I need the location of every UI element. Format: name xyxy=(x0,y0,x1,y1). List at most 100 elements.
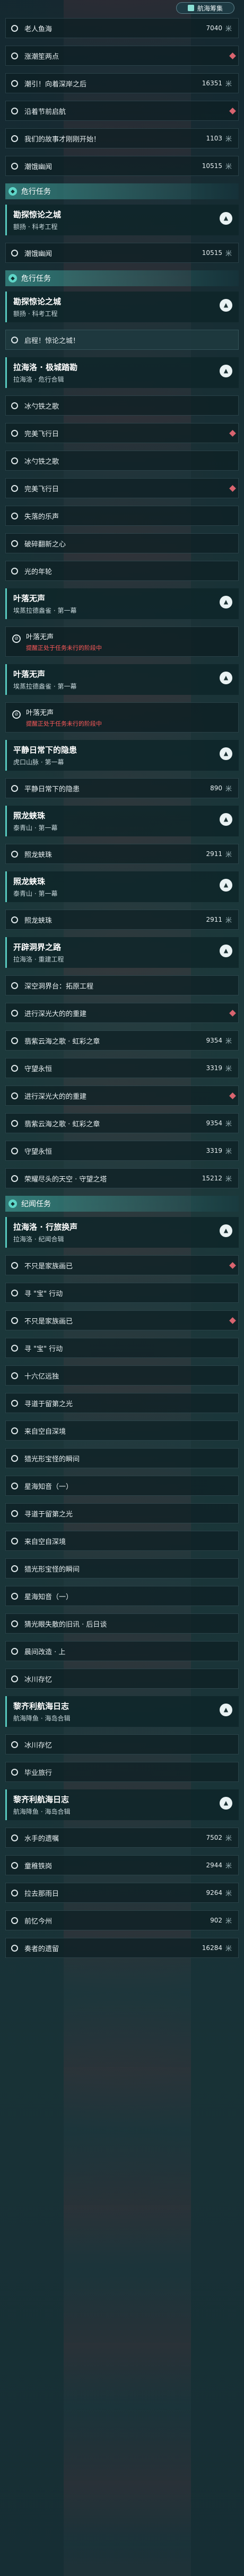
radio-icon[interactable] xyxy=(11,162,18,170)
radio-icon[interactable] xyxy=(11,52,18,59)
radio-icon[interactable] xyxy=(11,1862,18,1869)
radio-icon[interactable] xyxy=(11,1592,18,1600)
radio-icon[interactable] xyxy=(11,1147,18,1154)
task-row[interactable]: 猎光形宝怪的瞬间 xyxy=(5,1558,239,1578)
radio-icon[interactable] xyxy=(11,135,18,142)
radio-icon[interactable] xyxy=(11,1289,18,1296)
task-row[interactable]: 寻 "宝" 行动 xyxy=(5,1283,239,1303)
task-row[interactable]: 十六亿远独 xyxy=(5,1365,239,1386)
task-row[interactable]: 前忆今州 902 米 xyxy=(5,1910,239,1930)
radio-icon[interactable] xyxy=(11,80,18,87)
task-row[interactable]: 来自空自深境 xyxy=(5,1531,239,1551)
radio-icon[interactable] xyxy=(11,540,18,547)
task-row[interactable]: 水手的遗嘱 7502 米 xyxy=(5,1828,239,1848)
radio-icon[interactable] xyxy=(11,1344,18,1352)
task-note[interactable]: ⊘ 叶落无声 提醒正处于任务未行的阶段中 xyxy=(5,702,239,733)
group-exploration[interactable]: 勘探惊论之城 额扬 · 科考工程 ▲ xyxy=(5,205,239,235)
task-row[interactable]: 守望永恒 3319 米 xyxy=(5,1141,239,1161)
radio-icon[interactable] xyxy=(11,107,18,114)
radio-icon[interactable] xyxy=(11,1917,18,1924)
radio-icon[interactable] xyxy=(11,1510,18,1517)
radio-icon[interactable] xyxy=(11,1037,18,1044)
radio-icon[interactable] xyxy=(11,982,18,989)
task-row[interactable]: 翡紫云海之歌 · 虹彩之章 9354 米 xyxy=(5,1113,239,1133)
radio-icon[interactable] xyxy=(11,1372,18,1379)
radio-icon[interactable] xyxy=(11,512,18,519)
group-sailing-log[interactable]: 黎齐利航海日志 航海降鱼 · 海岛合辑 ▲ xyxy=(5,1696,239,1727)
radio-icon[interactable] xyxy=(11,1454,18,1462)
radio-icon[interactable] xyxy=(11,850,18,858)
collapse-arrow-icon[interactable]: ▲ xyxy=(220,672,232,684)
radio-icon[interactable] xyxy=(11,1261,18,1269)
task-row[interactable]: 童稚铁岗 2944 米 xyxy=(5,1855,239,1875)
radio-icon[interactable] xyxy=(11,1944,18,1952)
radio-icon[interactable] xyxy=(11,1064,18,1072)
radio-icon[interactable] xyxy=(11,1889,18,1896)
task-row[interactable]: 猎光形宝怪的瞬间 xyxy=(5,1448,239,1468)
collapse-arrow-icon[interactable]: ▲ xyxy=(220,365,232,377)
task-note[interactable]: ⊘ 叶落无声 提醒正处于任务未行的阶段中 xyxy=(5,627,239,657)
task-row[interactable]: 寻 "宝" 行动 xyxy=(5,1338,239,1358)
radio-icon[interactable] xyxy=(11,1565,18,1572)
radio-icon[interactable] xyxy=(11,1482,18,1489)
radio-icon[interactable] xyxy=(11,249,18,257)
task-row[interactable]: 照龙蛱珠 2911 米 xyxy=(5,844,239,864)
task-row[interactable]: 翡紫云海之歌 · 虹彩之章 9354 米 xyxy=(5,1030,239,1051)
task-row[interactable]: 照龙蛱珠 2911 米 xyxy=(5,910,239,930)
group-sailing-log-2[interactable]: 黎齐利航海日志 航海降鱼 · 海岛合辑 ▲ xyxy=(5,1789,239,1820)
collapse-arrow-icon[interactable]: ▲ xyxy=(220,212,232,225)
task-row[interactable]: 进行深光大的的重建 xyxy=(5,1003,239,1023)
task-row[interactable]: 失落的乐声 xyxy=(5,506,239,526)
task-row[interactable]: 冰川存忆 xyxy=(5,1669,239,1689)
radio-icon[interactable] xyxy=(11,1675,18,1682)
radio-icon[interactable] xyxy=(11,1399,18,1407)
task-row[interactable]: 冰勺铁之歌 xyxy=(5,451,239,471)
radio-icon[interactable] xyxy=(11,1537,18,1545)
radio-icon[interactable] xyxy=(11,784,18,792)
radio-icon[interactable] xyxy=(11,336,18,343)
radio-icon[interactable] xyxy=(11,1647,18,1655)
task-row[interactable]: 荣耀尽头的天空 · 守望之塔 15212 米 xyxy=(5,1168,239,1188)
task-row[interactable]: 老人鱼海 7040 米 xyxy=(5,18,239,38)
radio-icon[interactable] xyxy=(11,1175,18,1182)
group-dragon-pearl-2[interactable]: 照龙蛱珠 泰青山 · 第一幕 ▲ xyxy=(5,871,239,902)
group-silent-leaves[interactable]: 叶落无声 埃蒸拉德盎雀 · 第一幕 ▲ xyxy=(5,588,239,619)
radio-icon[interactable] xyxy=(11,1620,18,1627)
task-row[interactable]: 完美飞行日 xyxy=(5,423,239,443)
task-row[interactable]: 拉去那雨日 9264 米 xyxy=(5,1883,239,1903)
radio-icon[interactable] xyxy=(11,1741,18,1748)
task-row[interactable]: 平静日常下的隐患 890 米 xyxy=(5,778,239,798)
group-silent-leaves-2[interactable]: 叶落无声 埃蒸拉德盎雀 · 第一幕 ▲ xyxy=(5,664,239,695)
collapse-arrow-icon[interactable]: ▲ xyxy=(220,1704,232,1716)
task-row[interactable]: 深空洞界台：拓原工程 xyxy=(5,975,239,995)
radio-icon[interactable] xyxy=(11,24,18,32)
collapse-arrow-icon[interactable]: ▲ xyxy=(220,879,232,892)
group-travel-voices[interactable]: 拉海洛 · 行旅换声 拉海洛 · 纪闻合辑 ▲ xyxy=(5,1217,239,1248)
nav-badge[interactable]: 航海筹集 xyxy=(176,2,234,14)
collapse-arrow-icon[interactable]: ▲ xyxy=(220,1797,232,1810)
collapse-arrow-icon[interactable]: ▲ xyxy=(220,945,232,957)
task-row[interactable]: 守望永恒 3319 米 xyxy=(5,1058,239,1078)
collapse-arrow-icon[interactable]: ▲ xyxy=(220,596,232,608)
radio-icon[interactable] xyxy=(11,1092,18,1099)
radio-icon[interactable] xyxy=(11,1834,18,1841)
collapse-arrow-icon[interactable]: ▲ xyxy=(220,747,232,760)
task-row[interactable]: 进行深光大的的重建 xyxy=(5,1086,239,1106)
task-row[interactable]: 不只是家族画已 xyxy=(5,1310,239,1330)
radio-icon[interactable] xyxy=(11,402,18,409)
task-row[interactable]: 星海知音（一） xyxy=(5,1586,239,1606)
radio-icon[interactable] xyxy=(11,1427,18,1434)
radio-icon[interactable] xyxy=(11,1768,18,1776)
task-row[interactable]: 猜光眼失散的旧讯 · 后日谈 xyxy=(5,1613,239,1634)
task-row[interactable]: 来自空自深境 xyxy=(5,1421,239,1441)
task-row[interactable]: 涨潮笙两点 xyxy=(5,46,239,66)
task-row[interactable]: 星海知音（一） xyxy=(5,1476,239,1496)
task-row[interactable]: 潮引！向着深岸之后 16351 米 xyxy=(5,73,239,93)
collapse-arrow-icon[interactable]: ▲ xyxy=(220,1224,232,1237)
radio-icon[interactable] xyxy=(11,457,18,464)
radio-icon[interactable] xyxy=(11,429,18,437)
radio-icon[interactable] xyxy=(11,1317,18,1324)
task-row[interactable]: 潮饿幽闻 10515 米 xyxy=(5,156,239,176)
radio-icon[interactable] xyxy=(11,1009,18,1017)
task-row[interactable]: 完美飞行日 xyxy=(5,478,239,498)
